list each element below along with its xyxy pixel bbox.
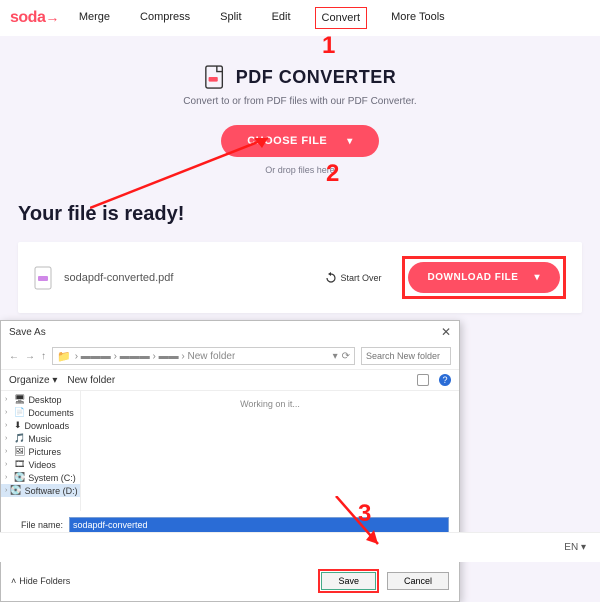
start-over-label: Start Over: [341, 273, 382, 283]
main-nav: Merge Compress Split Edit Convert More T…: [73, 7, 451, 29]
working-text: Working on it...: [240, 399, 300, 409]
chevron-down-icon: ▾: [534, 272, 540, 283]
dialog-toolbar: Organize ▾ New folder ?: [1, 370, 459, 391]
choose-file-label: CHOOSE FILE: [247, 135, 327, 147]
address-bar[interactable]: 📁 › ▬▬▬ › ▬▬▬ › ▬▬ › New folder ▾ ⟳: [52, 347, 355, 365]
download-highlight-box: DOWNLOAD FILE ▾: [402, 256, 566, 299]
converted-file-name: sodapdf-converted.pdf: [64, 272, 315, 284]
up-icon[interactable]: ↑: [41, 351, 46, 362]
search-input[interactable]: [361, 347, 451, 365]
dialog-nav-row: ← → ↑ 📁 › ▬▬▬ › ▬▬▬ › ▬▬ › New folder ▾ …: [1, 343, 459, 370]
nav-split[interactable]: Split: [214, 7, 247, 29]
start-over-button[interactable]: Start Over: [325, 272, 382, 284]
hero-subtitle: Convert to or from PDF files with our PD…: [0, 96, 600, 107]
file-name-input[interactable]: [69, 517, 449, 533]
back-icon[interactable]: ←: [9, 351, 19, 362]
brand-arrow-icon: →: [45, 9, 59, 25]
organize-menu[interactable]: Organize ▾: [9, 375, 57, 386]
download-label: DOWNLOAD FILE: [428, 272, 519, 283]
tree-item[interactable]: ›🎞Videos: [1, 458, 80, 471]
close-icon[interactable]: ✕: [441, 325, 451, 339]
download-file-button[interactable]: DOWNLOAD FILE ▾: [408, 262, 560, 293]
hero-section: PDF CONVERTER Convert to or from PDF fil…: [0, 36, 600, 185]
page-footer: EN ▾: [0, 532, 600, 562]
new-folder-button[interactable]: New folder: [67, 375, 115, 386]
brand-name: soda: [10, 9, 45, 26]
chevron-up-icon: ˄: [11, 576, 16, 586]
nav-more-tools[interactable]: More Tools: [385, 7, 451, 29]
tree-item[interactable]: ›💽Software (D:): [1, 484, 80, 497]
nav-arrows: ← → ↑: [9, 351, 46, 362]
tree-item[interactable]: ›⬇Downloads: [1, 419, 80, 432]
nav-convert[interactable]: Convert: [315, 7, 368, 29]
hide-folders-toggle[interactable]: ˄ Hide Folders: [11, 576, 70, 586]
drop-hint: Or drop files here: [0, 165, 600, 175]
file-pdf-icon: [34, 266, 54, 290]
dialog-title: Save As: [9, 327, 46, 338]
tree-item[interactable]: ›📄Documents: [1, 406, 80, 419]
restart-icon: [325, 272, 337, 284]
file-name-label: File name:: [11, 520, 63, 530]
content-pane: Working on it...: [81, 391, 459, 511]
dialog-bottom: ˄ Hide Folders Save Cancel: [1, 563, 459, 601]
refresh-icon[interactable]: ⟳: [342, 351, 350, 362]
tree-item[interactable]: ›💽System (C:): [1, 471, 80, 484]
language-selector[interactable]: EN ▾: [564, 542, 586, 553]
top-bar: soda→ Merge Compress Split Edit Convert …: [0, 0, 600, 36]
file-card: sodapdf-converted.pdf Start Over DOWNLOA…: [18, 242, 582, 313]
save-highlight-box: Save: [318, 569, 379, 593]
brand-logo[interactable]: soda→: [10, 9, 59, 27]
tree-item[interactable]: ›🎵Music: [1, 432, 80, 445]
tree-item[interactable]: ›🖥Desktop: [1, 393, 80, 406]
choose-file-button[interactable]: CHOOSE FILE ▾: [221, 125, 379, 157]
forward-icon[interactable]: →: [25, 351, 35, 362]
breadcrumb: › ▬▬▬ › ▬▬▬ › ▬▬ › New folder: [75, 351, 236, 362]
nav-edit[interactable]: Edit: [266, 7, 297, 29]
nav-compress[interactable]: Compress: [134, 7, 196, 29]
pdf-document-icon: [204, 64, 226, 90]
folder-tree: ›🖥Desktop›📄Documents›⬇Downloads›🎵Music›🖼…: [1, 391, 81, 511]
ready-title: Your file is ready!: [18, 203, 582, 226]
chevron-down-icon[interactable]: ▾: [333, 351, 338, 362]
tree-item[interactable]: ›🖼Pictures: [1, 445, 80, 458]
save-button[interactable]: Save: [321, 572, 376, 590]
dialog-titlebar: Save As ✕: [1, 321, 459, 343]
hero-title: PDF CONVERTER: [236, 67, 397, 88]
ready-section: Your file is ready! sodapdf-converted.pd…: [0, 185, 600, 313]
help-icon[interactable]: ?: [439, 374, 451, 386]
cancel-button[interactable]: Cancel: [387, 572, 449, 590]
nav-merge[interactable]: Merge: [73, 7, 116, 29]
dialog-body: ›🖥Desktop›📄Documents›⬇Downloads›🎵Music›🖼…: [1, 391, 459, 511]
folder-icon: 📁: [57, 350, 71, 363]
view-options-icon[interactable]: [417, 374, 429, 386]
chevron-down-icon: ▾: [347, 136, 353, 147]
